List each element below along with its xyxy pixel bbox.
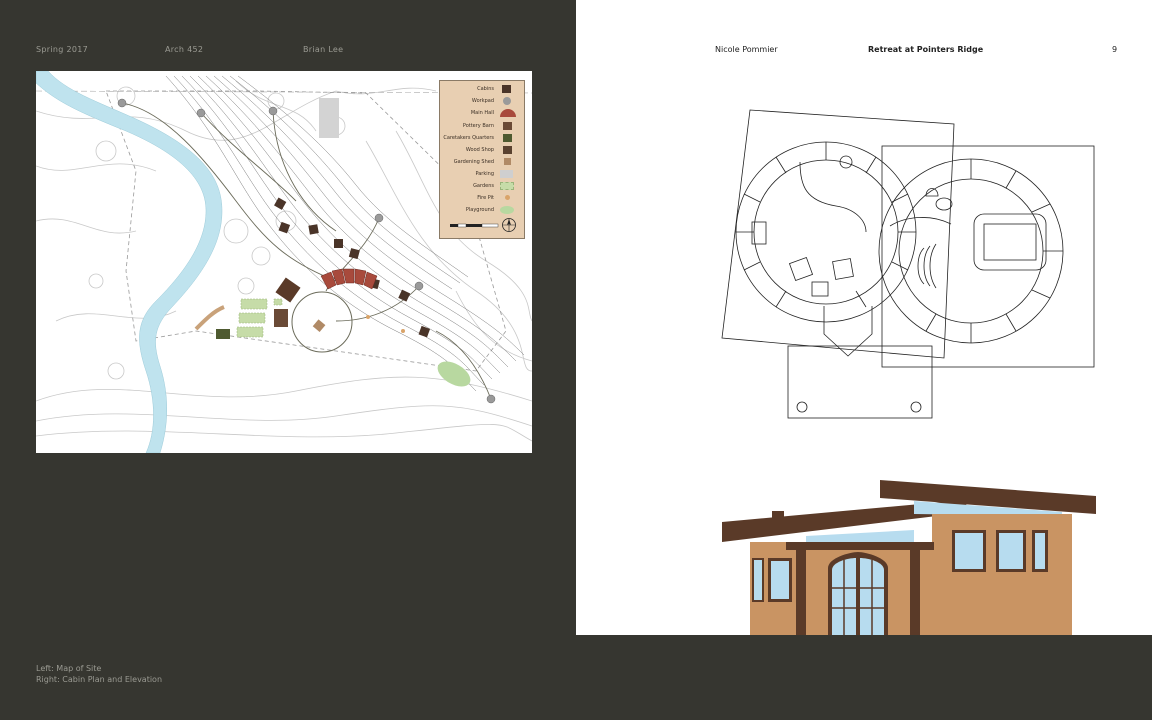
site-legend: Cabins Workpad Main Hall Pottery Barn Ca… [439, 80, 525, 239]
cabin-elevation [722, 480, 1096, 635]
legend-swatch-gardens [500, 182, 514, 190]
course-label: Arch 452 [165, 45, 204, 54]
legend-label-cabins: Cabins [477, 86, 494, 92]
caption-left: Left: Map of Site [36, 664, 102, 673]
caption-right: Right: Cabin Plan and Elevation [36, 675, 163, 684]
right-page: Nicole Pommier Retreat at Pointers Ridge… [576, 0, 1152, 635]
legend-swatch-gardening-shed [504, 158, 511, 165]
project-title: Retreat at Pointers Ridge [868, 45, 984, 54]
right-student-label: Nicole Pommier [715, 45, 778, 54]
legend-label-main-hall: Main Hall [470, 110, 494, 116]
legend-label-fire-pit: Fire Pit [477, 195, 494, 201]
legend-label-playground: Playground [465, 207, 494, 213]
legend-swatch-wood-shop [503, 146, 512, 154]
legend-swatch-parking [500, 170, 513, 178]
legend-swatch-playground [500, 206, 514, 214]
legend-swatch-caretakers-quarters [503, 134, 512, 142]
legend-swatch-workpad [503, 97, 511, 105]
north-arrow-icon [502, 218, 516, 232]
legend-label-workpad: Workpad [471, 98, 494, 104]
legend-swatch-fire-pit [505, 195, 510, 200]
legend-swatch-pottery-barn [503, 122, 512, 130]
legend-label-wood-shop: Wood Shop [465, 147, 494, 153]
legend-label-caretakers-quarters: Caretakers Quarters [443, 135, 494, 141]
legend-label-gardens: Gardens [473, 183, 494, 189]
legend-swatch-main-hall [500, 109, 516, 117]
site-map: Cabins Workpad Main Hall Pottery Barn Ca… [36, 71, 532, 453]
left-page: Spring 2017 Arch 452 Brian Lee Cabins Wo… [0, 0, 576, 720]
legend-label-gardening-shed: Gardening Shed [453, 159, 494, 165]
page-number: 9 [1112, 45, 1118, 54]
cabin-floor-plan [721, 109, 1095, 419]
legend-label-parking: Parking [475, 171, 494, 177]
student-label: Brian Lee [303, 45, 344, 54]
legend-swatch-cabins [502, 85, 511, 93]
legend-label-pottery-barn: Pottery Barn [462, 123, 494, 129]
term-label: Spring 2017 [36, 45, 89, 54]
